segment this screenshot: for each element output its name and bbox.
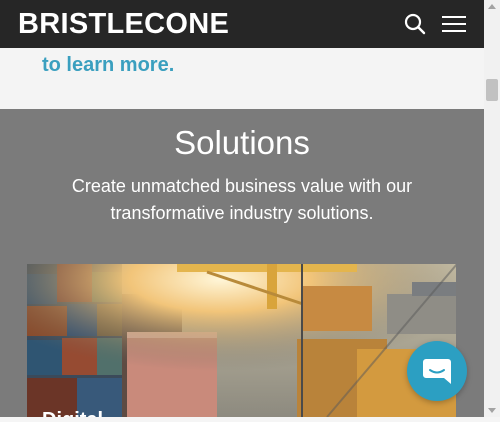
bristlecone-logo[interactable]: BRISTLECONE [18,7,229,41]
solutions-description: Create unmatched business value with our… [71,176,413,223]
scroll-down-arrow-icon[interactable] [484,403,500,417]
scrollbar-thumb[interactable] [486,79,498,101]
hamburger-menu-icon[interactable] [442,14,466,34]
scroll-up-arrow-icon[interactable] [484,0,500,14]
learn-more-link[interactable]: to learn more. [42,52,174,78]
intro-section: to learn more. [0,48,484,109]
search-icon[interactable] [404,13,426,35]
solution-card-title: Digital [42,408,103,417]
chat-bubble-icon [423,359,451,384]
top-navbar: BRISTLECONE [0,0,484,48]
chat-button[interactable] [407,341,467,401]
solution-card[interactable]: Digital [27,264,456,417]
scrollbar-track[interactable] [484,0,500,417]
solutions-title: Solutions [174,124,310,161]
shipping-containers-image [27,264,456,417]
